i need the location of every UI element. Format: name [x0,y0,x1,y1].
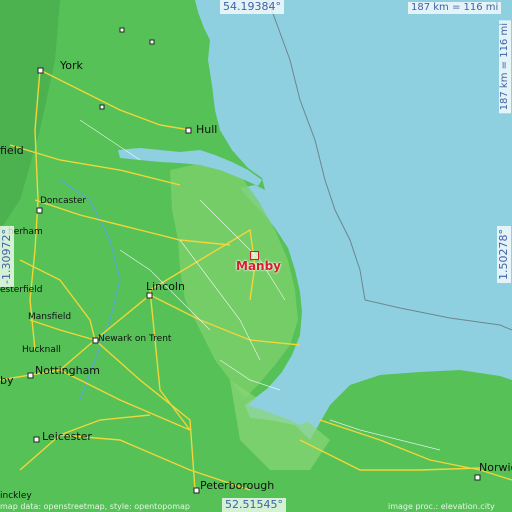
city-label-lincoln: Lincoln [146,280,185,293]
city-label-hucknall: Hucknall [22,345,61,355]
coord-top: 54.19384° [220,0,284,14]
marker-label[interactable]: Manby [236,260,281,272]
map-view[interactable]: York Hull field Doncaster herham esterfi… [0,0,512,512]
coord-bottom: 52.51545° [222,498,286,512]
attribution-right: image proc.: elevation.city [388,502,495,511]
city-label-peterborough: Peterborough [200,479,275,492]
city-label-mansfield: Mansfield [28,312,72,322]
city-label-field: field [0,144,24,157]
city-label-newark: Newark on Trent [98,334,172,344]
coord-left: -1.30972° [0,226,14,287]
scale-vertical: 187 km = 116 mi [499,20,511,114]
city-label-leicester: Leicester [42,430,92,443]
city-label-hull: Hull [196,123,218,136]
city-label-inckley: inckley [0,491,32,501]
city-label-nottingham: Nottingham [35,364,101,377]
coord-right: 1.50278° [497,226,511,283]
city-label-norwich: Norwich [479,461,512,474]
attribution-left: map data: openstreetmap, style: opentopo… [0,502,190,511]
city-label-by: by [0,374,14,387]
city-label-york: York [60,59,83,72]
scale-horizontal: 187 km = 116 mi [408,2,502,14]
city-label-doncaster: Doncaster [40,196,87,206]
